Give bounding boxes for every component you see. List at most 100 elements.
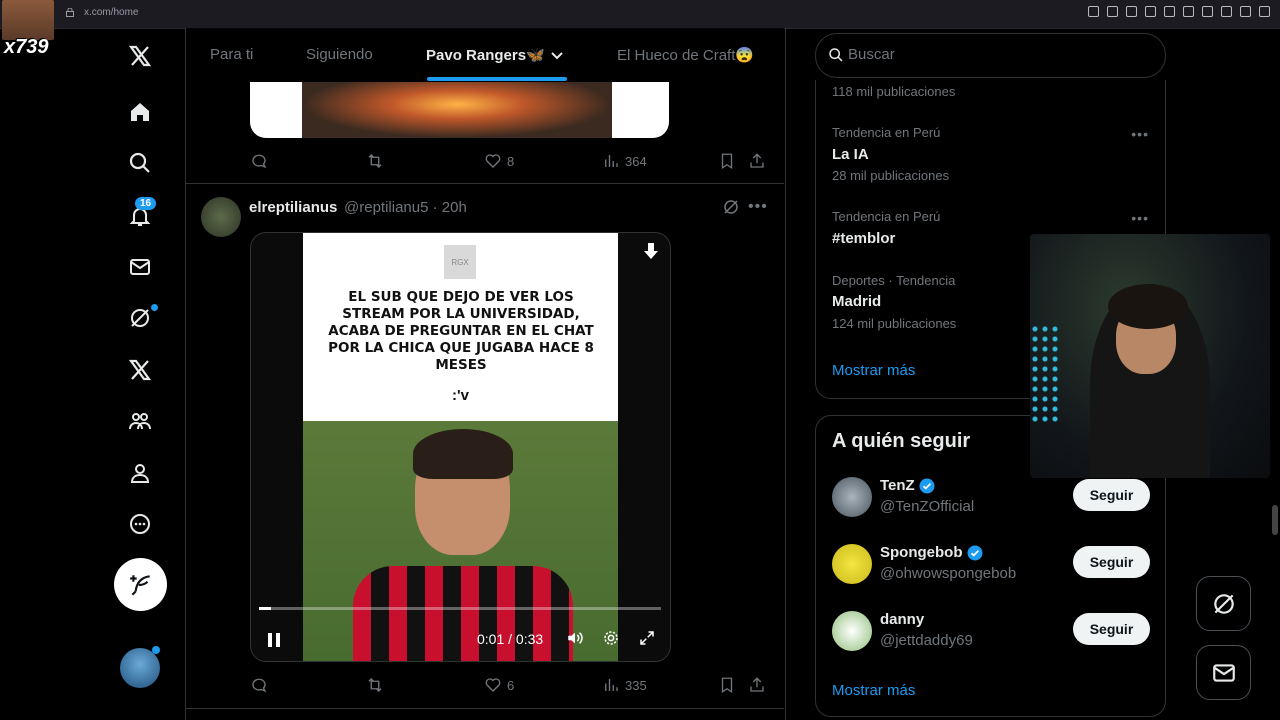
fire-scene	[302, 82, 612, 138]
download-arrow-icon[interactable]	[643, 243, 659, 261]
browser-toolbar: x.com/home	[0, 0, 1280, 29]
like-button[interactable]: 8	[484, 152, 514, 170]
pause-icon[interactable]	[265, 631, 283, 649]
post-media-image[interactable]	[250, 82, 669, 138]
bookmark-icon	[721, 677, 733, 694]
repost-icon	[368, 154, 382, 168]
share-icon	[750, 677, 764, 692]
meme-logo: RGX	[444, 245, 476, 279]
share-button[interactable]	[748, 676, 766, 694]
volume-icon[interactable]	[566, 629, 584, 647]
video-player[interactable]: RGX EL SUB QUE DEJO DE VER LOS STREAM PO…	[250, 232, 671, 662]
post-author-handle[interactable]: @reptilianu5 · 20h	[344, 199, 467, 216]
premium-x-icon[interactable]	[124, 354, 156, 386]
trend-more-icon[interactable]: •••	[1131, 126, 1149, 142]
trend-title[interactable]: La IA	[832, 146, 869, 163]
menu-icon[interactable]	[1259, 6, 1270, 17]
follow-name[interactable]: danny	[880, 611, 924, 628]
trend-more-icon[interactable]: •••	[1131, 210, 1149, 226]
video-progress-track[interactable]	[259, 607, 661, 610]
follow-suggestion: Spongebob @ohwowspongebob Seguir	[832, 544, 1150, 588]
lock-icon	[66, 8, 74, 17]
compose-post-button[interactable]	[114, 558, 167, 611]
follow-button[interactable]: Seguir	[1073, 479, 1150, 511]
follow-button[interactable]: Seguir	[1073, 613, 1150, 645]
trend-count: 118 mil publicaciones	[832, 84, 956, 99]
follow-suggestion: TenZ @TenZOfficial Seguir	[832, 477, 1150, 521]
views-button[interactable]: 364	[602, 152, 647, 170]
verified-badge-icon	[919, 478, 935, 493]
post-author-name[interactable]: elreptilianus	[249, 199, 337, 216]
avatar[interactable]	[832, 611, 872, 651]
post-more-icon[interactable]: •••	[748, 198, 768, 216]
settings-gear-icon[interactable]	[602, 629, 620, 647]
address-bar[interactable]: x.com/home	[84, 7, 138, 18]
bookmark-icon[interactable]	[1126, 6, 1137, 17]
x-logo-icon[interactable]	[124, 40, 156, 72]
trend-title[interactable]: Madrid	[832, 293, 881, 310]
search-icon[interactable]	[124, 147, 156, 179]
follow-name-text: danny	[880, 611, 925, 628]
extension-icon[interactable]	[1107, 6, 1118, 17]
view-count: 364	[625, 153, 647, 169]
views-button[interactable]: 335	[602, 676, 647, 694]
grok-floating-button[interactable]	[1196, 576, 1251, 631]
post-author-avatar[interactable]	[201, 197, 241, 237]
tab-siguiendo[interactable]: Siguiendo	[306, 46, 373, 63]
grok-indicator-dot	[151, 304, 158, 311]
reply-button[interactable]	[250, 676, 268, 694]
christmas-lights	[1030, 324, 1060, 424]
streamer-hair	[1108, 284, 1188, 329]
active-tab-indicator	[427, 77, 567, 81]
zoom-icon[interactable]	[1088, 6, 1099, 17]
share-button[interactable]	[748, 152, 766, 170]
heart-icon[interactable]	[1183, 6, 1194, 17]
grok-icon[interactable]	[722, 198, 740, 216]
tab-pavo-rangers[interactable]: Pavo Rangers🦋	[426, 46, 545, 64]
follow-handle: @TenZOfficial	[880, 498, 975, 515]
follow-button[interactable]: Seguir	[1073, 546, 1150, 578]
tab-el-hueco-de-craft[interactable]: El Hueco de Craft😨	[617, 46, 754, 64]
follow-name-text: TenZ	[880, 477, 915, 494]
home-icon[interactable]	[124, 96, 156, 128]
account-icon[interactable]	[1221, 6, 1232, 17]
extensions-icon[interactable]	[1202, 6, 1213, 17]
repost-button[interactable]	[366, 152, 384, 170]
avatar[interactable]	[832, 544, 872, 584]
communities-icon[interactable]	[124, 405, 156, 437]
trend-title[interactable]: #temblor	[832, 230, 895, 247]
trends-show-more-link[interactable]: Mostrar más	[832, 362, 915, 379]
tab-para-ti[interactable]: Para ti	[210, 46, 253, 63]
page-scrollbar[interactable]	[1272, 505, 1278, 535]
reply-button[interactable]	[250, 152, 268, 170]
account-indicator-dot	[152, 646, 160, 654]
fullscreen-icon[interactable]	[638, 629, 656, 647]
shield-icon[interactable]	[1145, 6, 1156, 17]
trend-meta: Tendencia en Perú	[832, 125, 941, 140]
trend-count: 28 mil publicaciones	[832, 168, 950, 183]
trend-meta: Tendencia en Perú	[832, 209, 941, 224]
follow-show-more-link[interactable]: Mostrar más	[832, 682, 915, 699]
download-icon[interactable]	[1240, 6, 1251, 17]
avatar[interactable]	[832, 477, 872, 517]
follow-handle: @ohwowspongebob	[880, 565, 1017, 582]
play-icon[interactable]	[1164, 6, 1175, 17]
bookmark-button[interactable]	[718, 152, 736, 170]
follow-name[interactable]: Spongebob	[880, 544, 983, 561]
chevron-down-icon[interactable]	[550, 48, 564, 62]
account-avatar[interactable]	[120, 648, 160, 688]
like-button[interactable]: 6	[484, 676, 514, 694]
verified-badge-icon	[967, 545, 982, 560]
profile-icon[interactable]	[124, 457, 156, 489]
bookmark-button[interactable]	[718, 676, 736, 694]
follow-name[interactable]: TenZ	[880, 477, 935, 494]
search-input[interactable]: Buscar	[848, 46, 895, 63]
views-icon	[605, 679, 618, 691]
messages-icon[interactable]	[124, 251, 156, 283]
more-options-icon[interactable]	[124, 508, 156, 540]
messages-floating-button[interactable]	[1196, 645, 1251, 700]
views-icon	[605, 155, 618, 167]
repost-button[interactable]	[366, 676, 384, 694]
video-progress-fill	[259, 607, 272, 610]
search-box[interactable]: Buscar	[815, 33, 1166, 78]
